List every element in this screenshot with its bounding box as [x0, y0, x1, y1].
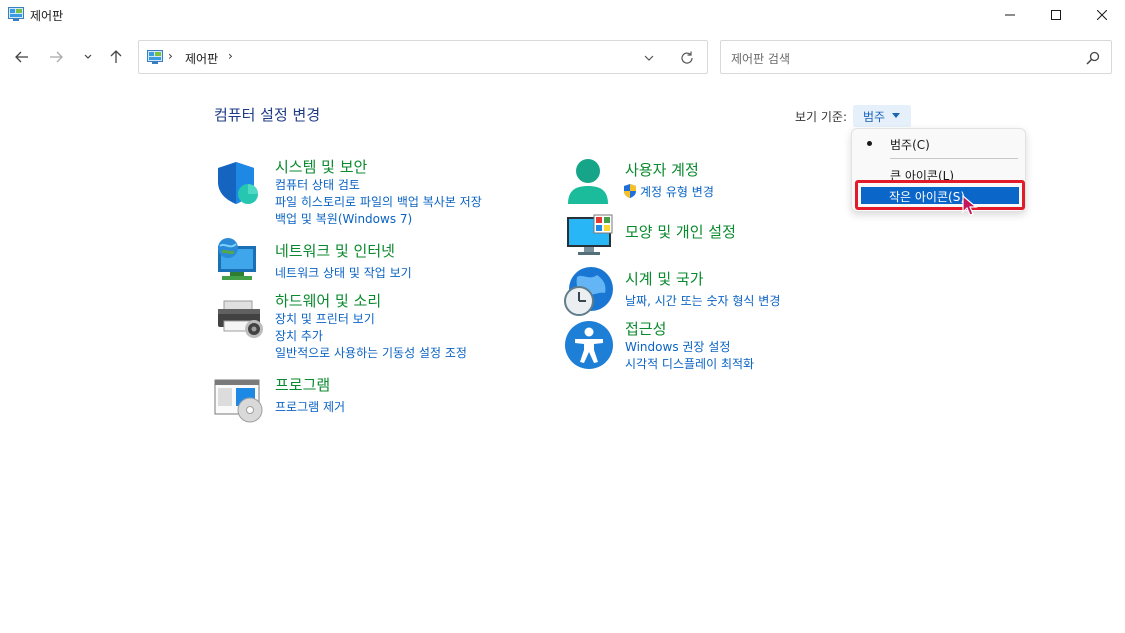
minimize-icon [1005, 14, 1015, 16]
search-input[interactable]: 제어판 검색 [720, 40, 1112, 74]
category-programs[interactable]: 프로그램 [275, 374, 330, 395]
breadcrumb-separator[interactable]: › [228, 49, 233, 63]
selected-bullet-icon [867, 141, 872, 146]
window-title: 제어판 [30, 9, 64, 23]
user-icon[interactable] [566, 158, 610, 206]
arrow-right-icon [50, 51, 63, 63]
link-recommended-settings[interactable]: Windows 권장 설정 [625, 338, 730, 355]
menu-separator [890, 158, 1018, 159]
shield-icon[interactable] [216, 160, 262, 206]
dropdown-arrow-icon [892, 113, 900, 118]
link-mobility-settings[interactable]: 일반적으로 사용하는 기동성 설정 조정 [275, 344, 467, 361]
cursor-icon [962, 195, 978, 216]
search-icon[interactable] [1085, 50, 1101, 66]
menu-item-category[interactable]: 범주(C) [890, 136, 930, 153]
close-icon [1097, 10, 1107, 20]
maximize-button[interactable] [1033, 0, 1079, 30]
breadcrumb-separator[interactable]: › [168, 49, 173, 63]
view-by-label: 보기 기준: [795, 110, 848, 124]
link-date-time-format[interactable]: 날짜, 시간 또는 숫자 형식 변경 [625, 292, 780, 309]
link-review-status[interactable]: 컴퓨터 상태 검토 [275, 176, 360, 193]
forward-button[interactable] [44, 45, 68, 69]
link-optimize-display[interactable]: 시각적 디스플레이 최적화 [625, 355, 754, 372]
link-backup-restore[interactable]: 백업 및 복원(Windows 7) [275, 210, 412, 227]
arrow-left-icon [15, 51, 28, 63]
maximize-icon [1051, 10, 1061, 20]
refresh-icon[interactable] [679, 50, 695, 66]
address-bar[interactable]: › 제어판 › [138, 40, 708, 74]
chevron-down-icon [84, 54, 92, 59]
category-appearance[interactable]: 모양 및 개인 설정 [625, 221, 736, 242]
view-by-value: 범주 [863, 110, 886, 124]
network-icon[interactable] [214, 236, 262, 282]
control-panel-icon [8, 7, 24, 21]
up-button[interactable] [104, 45, 128, 69]
monitor-icon[interactable] [566, 214, 614, 256]
recent-locations-button[interactable] [76, 45, 100, 69]
view-by-dropdown[interactable]: 범주 [853, 105, 911, 127]
close-button[interactable] [1079, 0, 1125, 30]
control-panel-icon [147, 50, 163, 64]
breadcrumb-control-panel[interactable]: 제어판 [185, 50, 218, 67]
minimize-button[interactable] [987, 0, 1033, 30]
accessibility-icon[interactable] [564, 320, 614, 370]
uac-shield-icon [624, 184, 636, 198]
clock-globe-icon[interactable] [563, 265, 615, 317]
arrow-up-icon [110, 50, 122, 63]
programs-icon[interactable] [214, 377, 264, 423]
category-user-accounts[interactable]: 사용자 계정 [625, 159, 699, 180]
back-button[interactable] [10, 45, 34, 69]
category-ease-of-access[interactable]: 접근성 [625, 318, 666, 339]
search-placeholder: 제어판 검색 [731, 52, 791, 66]
link-change-account-type[interactable]: 계정 유형 변경 [640, 183, 714, 200]
link-devices-printers[interactable]: 장치 및 프린터 보기 [275, 310, 375, 327]
category-clock-region[interactable]: 시계 및 국가 [625, 268, 704, 289]
page-title: 컴퓨터 설정 변경 [214, 106, 321, 124]
link-file-history[interactable]: 파일 히스토리로 파일의 백업 복사본 저장 [275, 193, 482, 210]
menu-item-small-icons[interactable]: 작은 아이콘(S) [861, 187, 1019, 204]
printer-icon[interactable] [216, 299, 264, 343]
link-add-device[interactable]: 장치 추가 [275, 327, 323, 344]
category-system-security[interactable]: 시스템 및 보안 [275, 156, 367, 177]
title-bar: 제어판 [0, 0, 1125, 30]
link-network-status[interactable]: 네트워크 상태 및 작업 보기 [275, 264, 412, 281]
category-hardware-sound[interactable]: 하드웨어 및 소리 [275, 290, 381, 311]
chevron-down-icon[interactable] [642, 51, 656, 65]
category-network-internet[interactable]: 네트워크 및 인터넷 [275, 240, 395, 261]
link-uninstall-program[interactable]: 프로그램 제거 [275, 398, 345, 415]
